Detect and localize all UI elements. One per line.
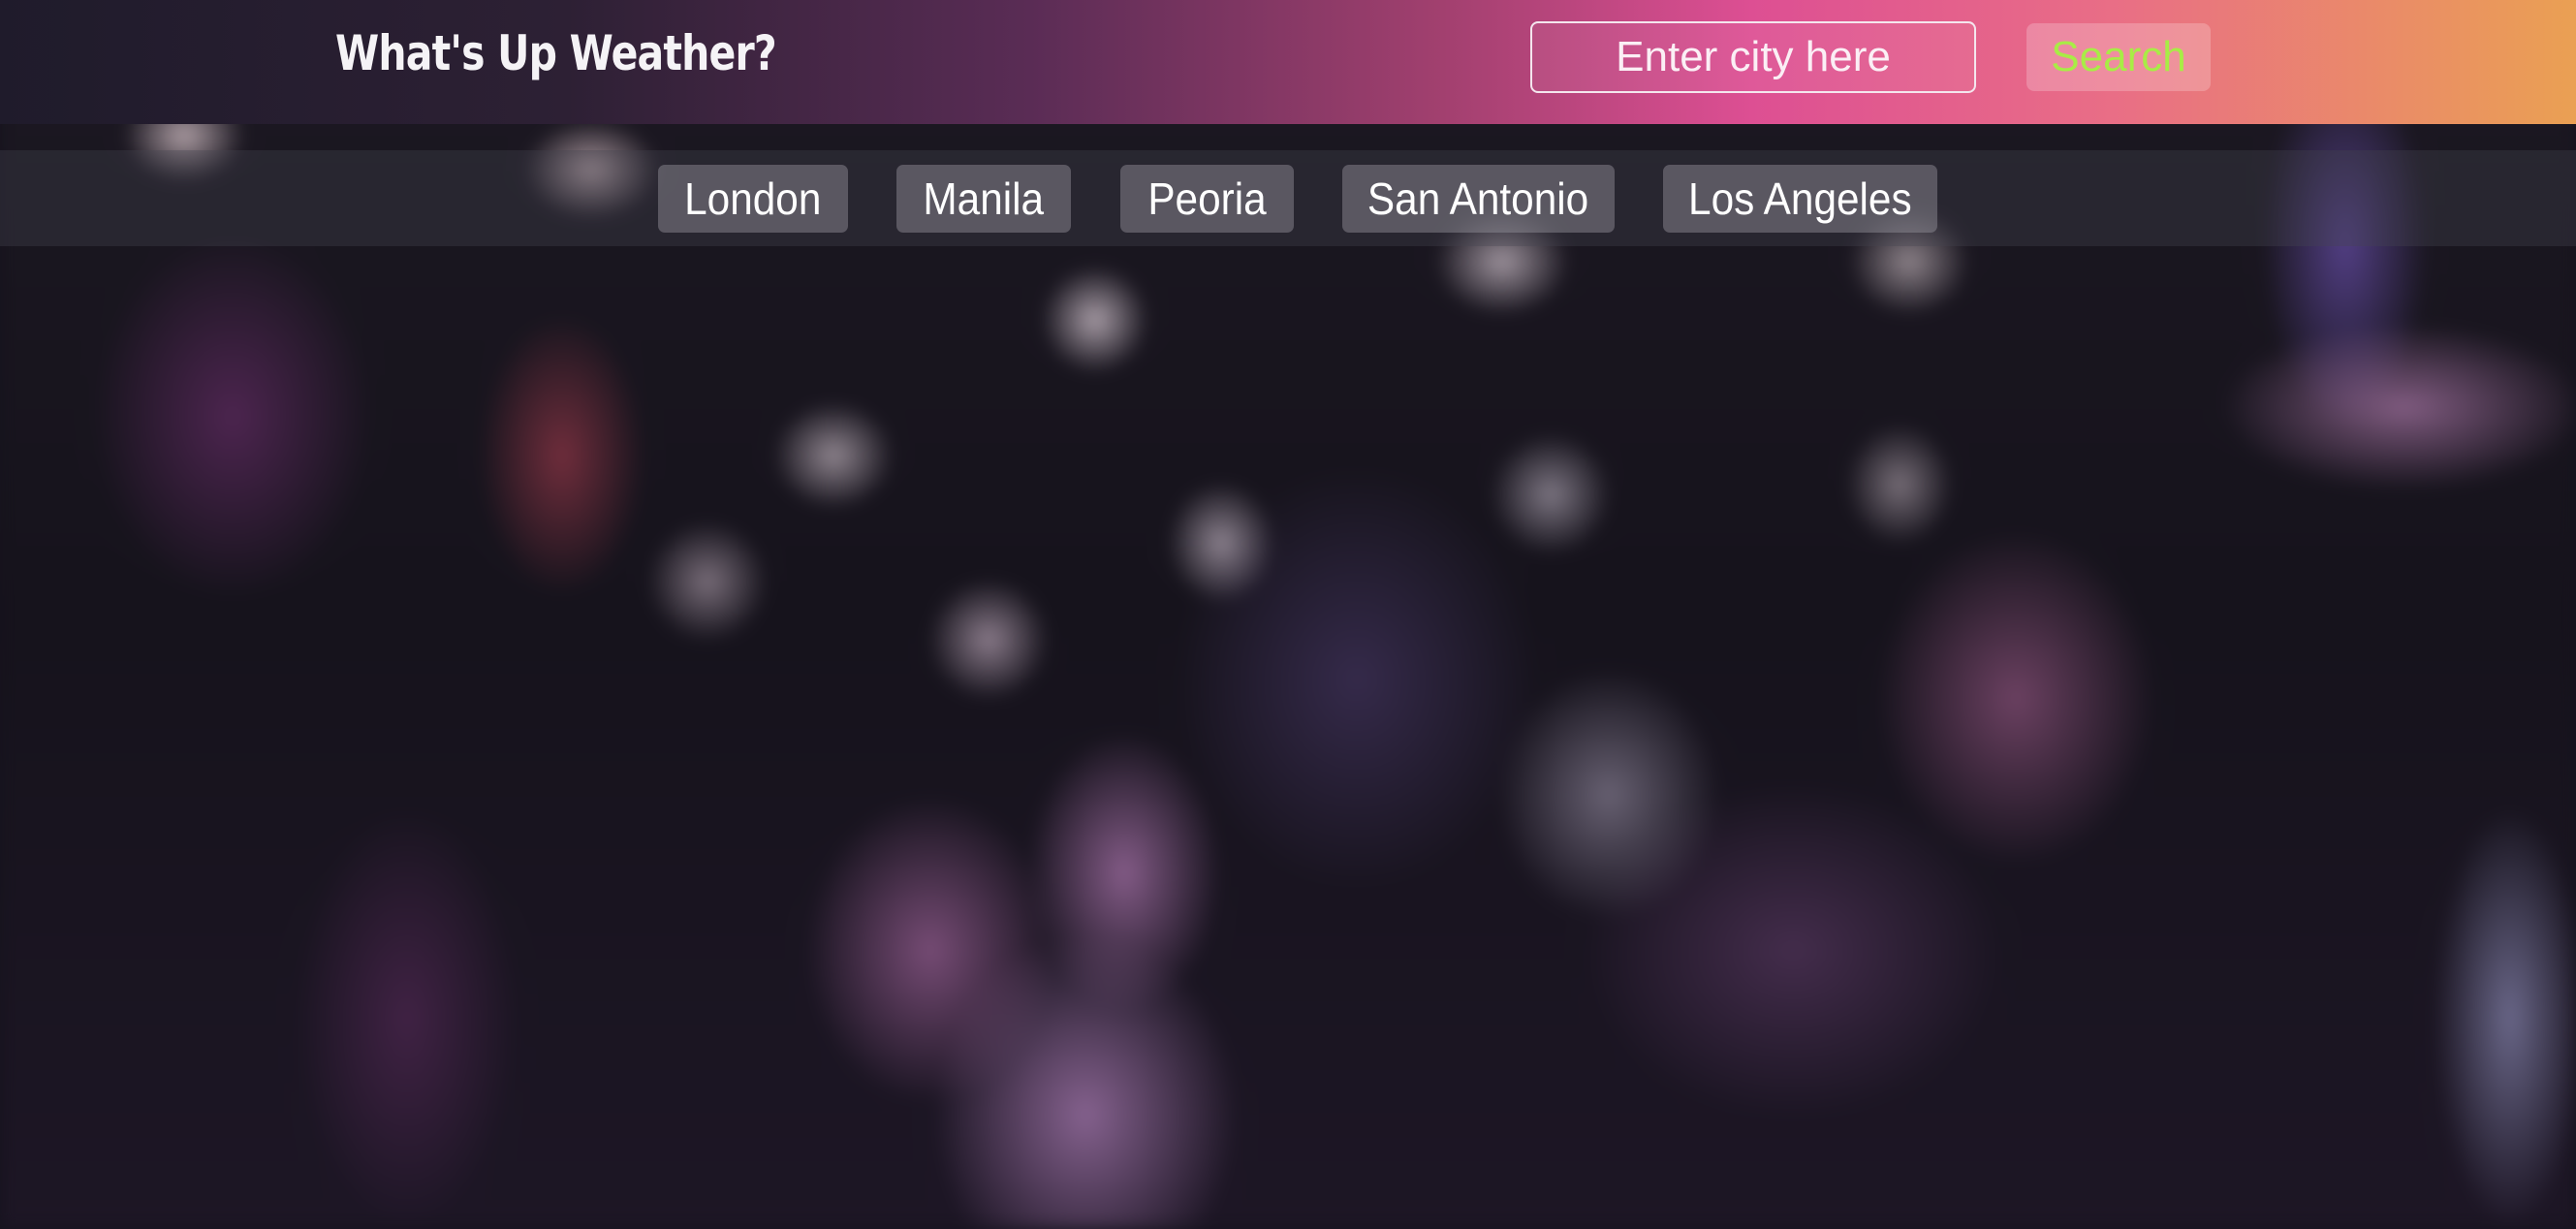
city-button-los-angeles[interactable]: Los Angeles <box>1663 165 1937 233</box>
city-button-label: San Antonio <box>1367 173 1589 224</box>
city-button-peoria[interactable]: Peoria <box>1120 165 1294 233</box>
city-button-label: London <box>684 173 822 224</box>
city-button-label: Manila <box>923 173 1045 224</box>
city-button-label: Peoria <box>1147 173 1267 224</box>
city-button-label: Los Angeles <box>1688 173 1912 224</box>
city-button-manila[interactable]: Manila <box>896 165 1071 233</box>
top-header-bar: What's Up Weather? Search <box>0 0 2576 124</box>
search-button[interactable]: Search <box>2026 23 2211 91</box>
city-search-input[interactable] <box>1530 21 1976 93</box>
weather-app: What's Up Weather? Search London Manila … <box>0 0 2576 1229</box>
city-button-san-antonio[interactable]: San Antonio <box>1342 165 1615 233</box>
app-title: What's Up Weather? <box>335 25 777 81</box>
city-button-london[interactable]: London <box>658 165 848 233</box>
